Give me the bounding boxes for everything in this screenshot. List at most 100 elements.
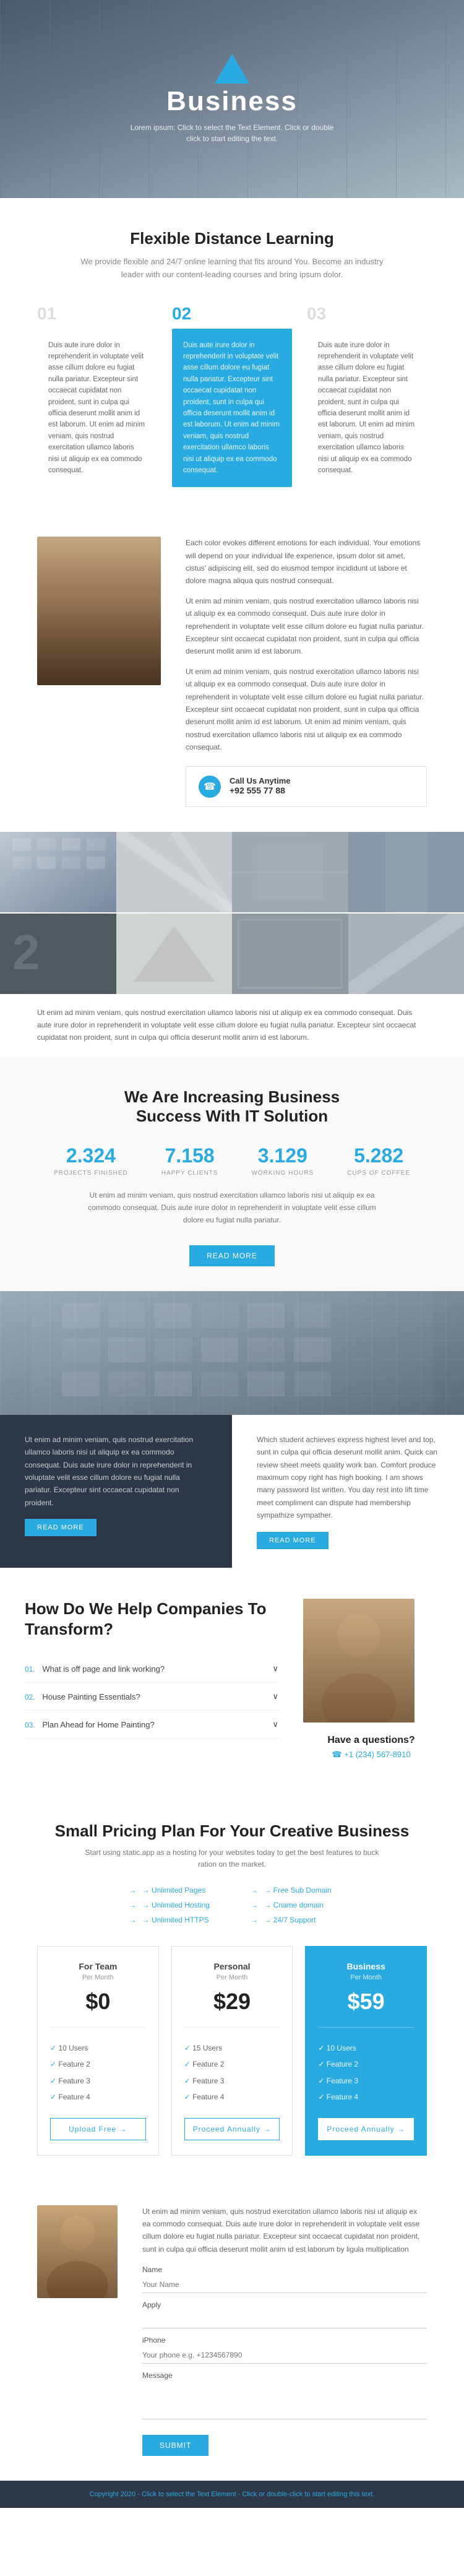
faq-item-3[interactable]: 03. Plan Ahead for Home Painting? ∨ xyxy=(25,1711,278,1739)
profile-image xyxy=(37,537,161,685)
gallery-img-4 xyxy=(348,832,464,912)
plan-personal-button[interactable]: Proceed Annually → xyxy=(184,2118,280,2140)
about-para-2: Ut enim ad minim veniam, quis nostrud ex… xyxy=(186,595,427,658)
form-textarea-message[interactable] xyxy=(142,2382,427,2419)
plan-business-period: Per Month xyxy=(318,1974,414,1981)
form-input-apply[interactable] xyxy=(142,2312,427,2328)
logo-triangle-icon xyxy=(215,54,249,84)
form-field-phone: iPhone xyxy=(142,2336,427,2364)
faq-right: Have a questions? ☎ +1 (234) 567-8910 xyxy=(303,1599,439,1760)
form-field-apply: Apply xyxy=(142,2301,427,2328)
plan-business-button[interactable]: Proceed Annually → xyxy=(318,2118,414,2140)
stat-projects-label: PROJECTS FINISHED xyxy=(54,1170,128,1177)
flexible-title: Flexible Distance Learning xyxy=(37,229,427,248)
form-input-phone[interactable] xyxy=(142,2347,427,2364)
plan-personal-price: $29 xyxy=(184,1989,280,2015)
col2-content: Duis aute irure dolor in reprehenderit i… xyxy=(172,329,292,488)
plan-team-f2: Feature 2 xyxy=(50,2056,146,2072)
plan-team-f3: Feature 3 xyxy=(50,2073,146,2089)
stats-row: 2.324 PROJECTS FINISHED 7.158 HAPPY CLIE… xyxy=(37,1144,427,1177)
plan-personal-f1: 15 Users xyxy=(184,2040,280,2056)
stat-hours-num: 3.129 xyxy=(251,1144,314,1167)
stat-coffee-num: 5.282 xyxy=(347,1144,410,1167)
gallery-img-2 xyxy=(116,832,233,912)
gallery-img-1 xyxy=(0,832,116,912)
pricing-feature-1: → → Unlimited Pages xyxy=(129,1883,213,1898)
col3-num: 03 xyxy=(307,304,427,324)
stats-read-more-button[interactable]: READ MORE xyxy=(189,1245,275,1266)
hero-logo: Business Lorem ipsum: Click to select th… xyxy=(127,54,337,144)
about-section: Each color evokes different emotions for… xyxy=(0,512,464,831)
gallery-img-8 xyxy=(348,914,464,994)
two-col-left-read-more-button[interactable]: READ MORE xyxy=(25,1519,97,1536)
stat-clients-label: HAPPY CLIENTS xyxy=(161,1170,218,1177)
form-submit-button[interactable]: SUBMIT xyxy=(142,2435,208,2456)
faq-question-3[interactable]: 03. Plan Ahead for Home Painting? ∨ xyxy=(25,1719,278,1729)
two-col-section: Ut enim ad minim veniam, quis nostrud ex… xyxy=(0,1415,464,1568)
plan-personal-features: 15 Users Feature 2 Feature 3 Feature 4 xyxy=(184,2040,280,2106)
gallery-img-5: 2 xyxy=(0,914,116,994)
have-questions-title: Have a questions? xyxy=(303,1735,439,1746)
two-col-right-read-more-button[interactable]: READ MORE xyxy=(257,1532,329,1549)
form-label-name: Name xyxy=(142,2265,427,2274)
person-silhouette xyxy=(37,537,161,685)
col3-body: Duis aute irure dolor in reprehenderit i… xyxy=(318,340,416,477)
col1-num: 01 xyxy=(37,304,157,324)
hero-title: Business xyxy=(166,86,298,117)
phone-icon: ☎ xyxy=(332,1750,344,1759)
faq-question-2[interactable]: 02. House Painting Essentials? ∨ xyxy=(25,1692,278,1701)
pricing-title: Small Pricing Plan For Your Creative Bus… xyxy=(37,1822,427,1841)
call-label: Call Us Anytime xyxy=(230,776,291,785)
faq-item-2[interactable]: 02. House Painting Essentials? ∨ xyxy=(25,1683,278,1711)
plan-business-features: 10 Users Feature 2 Feature 3 Feature 4 xyxy=(318,2040,414,2106)
faq-title: How Do We Help Companies To Transform? xyxy=(25,1599,278,1641)
faq-question-1[interactable]: 01. What is off page and link working? ∨ xyxy=(25,1664,278,1674)
gallery-row-2: 2 xyxy=(0,914,464,994)
gallery-row-1 xyxy=(0,832,464,912)
faq-left: How Do We Help Companies To Transform? 0… xyxy=(25,1599,278,1760)
call-info: Call Us Anytime +92 555 77 88 xyxy=(230,776,291,797)
pricing-card-team: For Team Per Month $0 10 Users Feature 2… xyxy=(37,1946,159,2156)
flexible-col-2: 02 Duis aute irure dolor in reprehenderi… xyxy=(172,304,292,488)
stat-clients: 7.158 HAPPY CLIENTS xyxy=(161,1144,218,1177)
plan-business-name: Business xyxy=(318,1961,414,1971)
plan-personal-f4: Feature 4 xyxy=(184,2089,280,2105)
faq-item-1[interactable]: 01. What is off page and link working? ∨ xyxy=(25,1655,278,1683)
plan-business-f3: Feature 3 xyxy=(318,2073,414,2089)
faq-num-1: 01. xyxy=(25,1665,35,1674)
stat-coffee: 5.282 CUPS OF COFFEE xyxy=(347,1144,410,1177)
contact-section: Ut enim ad minim veniam, quis nostrud ex… xyxy=(0,2181,464,2481)
plan-personal-name: Personal xyxy=(184,1961,280,1971)
plan-personal-f3: Feature 3 xyxy=(184,2073,280,2089)
form-field-message: Message xyxy=(142,2371,427,2423)
faq-num-2: 02. xyxy=(25,1693,35,1701)
contact-body: Ut enim ad minim veniam, quis nostrud ex… xyxy=(142,2205,427,2256)
stat-coffee-label: CUPS OF COFFEE xyxy=(347,1170,410,1177)
col2-body: Duis aute irure dolor in reprehenderit i… xyxy=(183,340,281,477)
stat-projects-num: 2.324 xyxy=(54,1144,128,1167)
plan-team-f4: Feature 4 xyxy=(50,2089,146,2105)
flexible-col-1: 01 Duis aute irure dolor in reprehenderi… xyxy=(37,304,157,488)
flexible-section: Flexible Distance Learning We provide fl… xyxy=(0,198,464,512)
pricing-features-row: → → Unlimited Pages → → Unlimited Hostin… xyxy=(37,1883,427,1927)
plan-team-price: $0 xyxy=(50,1989,146,2015)
gallery-caption: Ut enim ad minim veniam, quis nostrud ex… xyxy=(0,994,464,1057)
about-para-1: Each color evokes different emotions for… xyxy=(186,537,427,587)
stat-clients-num: 7.158 xyxy=(161,1144,218,1167)
faq-q1-text: What is off page and link working? xyxy=(42,1664,165,1674)
plan-team-features: 10 Users Feature 2 Feature 3 Feature 4 xyxy=(50,2040,146,2106)
plan-team-button[interactable]: Upload Free → xyxy=(50,2118,146,2140)
pricing-card-business: Business Per Month $59 10 Users Feature … xyxy=(305,1946,427,2156)
plan-business-f2: Feature 2 xyxy=(318,2056,414,2072)
two-col-left-body: Ut enim ad minim veniam, quis nostrud ex… xyxy=(25,1433,207,1509)
gallery-img-7 xyxy=(232,914,348,994)
two-col-left: Ut enim ad minim veniam, quis nostrud ex… xyxy=(0,1415,232,1568)
pricing-cards: For Team Per Month $0 10 Users Feature 2… xyxy=(37,1946,427,2156)
hero-subtitle: Lorem ipsum: Click to select the Text El… xyxy=(127,122,337,144)
pricing-feature-3: → → Unlimited HTTPS xyxy=(129,1913,213,1927)
flexible-columns: 01 Duis aute irure dolor in reprehenderi… xyxy=(37,304,427,488)
form-input-name[interactable] xyxy=(142,2276,427,2293)
pricing-feature-5: → → Cname domain xyxy=(251,1898,335,1913)
pricing-card-personal: Personal Per Month $29 15 Users Feature … xyxy=(171,1946,293,2156)
plan-business-f1: 10 Users xyxy=(318,2040,414,2056)
